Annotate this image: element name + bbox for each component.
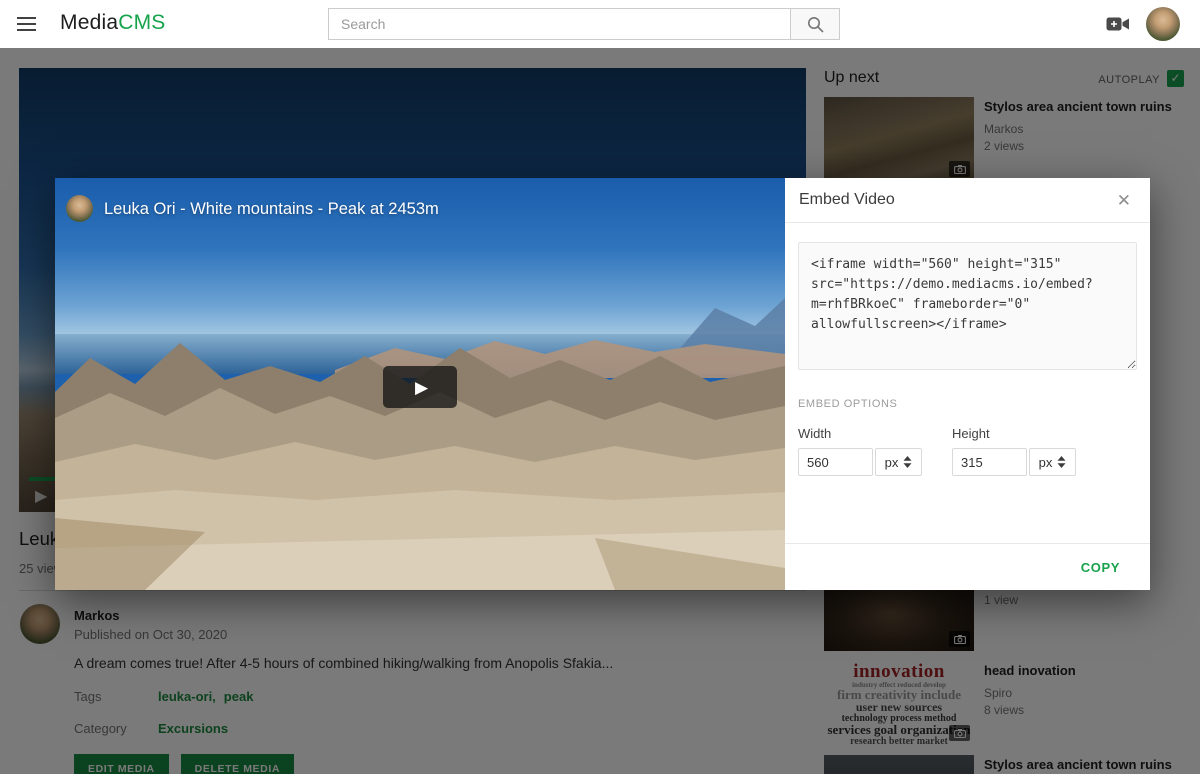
preview-author-avatar[interactable] [66,195,93,222]
modal-title: Embed Video [799,191,895,209]
preview-play-button[interactable]: ▶ [383,366,457,408]
menu-icon[interactable] [17,15,37,33]
stepper-arrows-icon [1057,456,1066,468]
unit-label: px [885,455,899,470]
height-label: Height [952,426,1076,441]
width-input[interactable] [798,448,873,476]
dimensions-row: Width px Height [798,426,1137,476]
logo[interactable]: MediaCMS [60,11,165,35]
page: ▶ Leuka Ori - White mountains - Peak at … [0,0,1200,774]
embed-code-textarea[interactable]: <iframe width="560" height="315" src="ht… [798,242,1137,370]
embed-video-preview[interactable]: Leuka Ori - White mountains - Peak at 24… [55,178,785,590]
width-field: Width px [798,426,922,476]
user-avatar[interactable] [1146,7,1180,41]
search-input[interactable] [328,8,790,40]
close-icon[interactable]: ✕ [1113,189,1135,213]
play-icon: ▶ [412,379,428,396]
top-bar: MediaCMS [0,0,1200,48]
logo-media: Media [60,11,118,34]
embed-options-label: EMBED OPTIONS [798,398,1137,410]
modal-footer: COPY [785,543,1150,590]
modal-body: <iframe width="560" height="315" src="ht… [785,223,1150,476]
unit-label: px [1039,455,1053,470]
search-icon [807,16,824,33]
logo-cms: CMS [118,11,165,34]
upload-video-icon[interactable] [1106,15,1130,33]
preview-video-title: Leuka Ori - White mountains - Peak at 24… [104,200,439,219]
modal-header: Embed Video [785,178,1150,223]
search-bar [328,8,840,40]
search-button[interactable] [790,8,840,40]
embed-panel: Embed Video ✕ <iframe width="560" height… [785,178,1150,590]
height-unit-select[interactable]: px [1029,448,1076,476]
width-unit-select[interactable]: px [875,448,922,476]
height-input[interactable] [952,448,1027,476]
embed-modal: Leuka Ori - White mountains - Peak at 24… [55,178,1150,590]
copy-button[interactable]: COPY [1081,544,1120,591]
width-label: Width [798,426,922,441]
height-field: Height px [952,426,1076,476]
stepper-arrows-icon [903,456,912,468]
